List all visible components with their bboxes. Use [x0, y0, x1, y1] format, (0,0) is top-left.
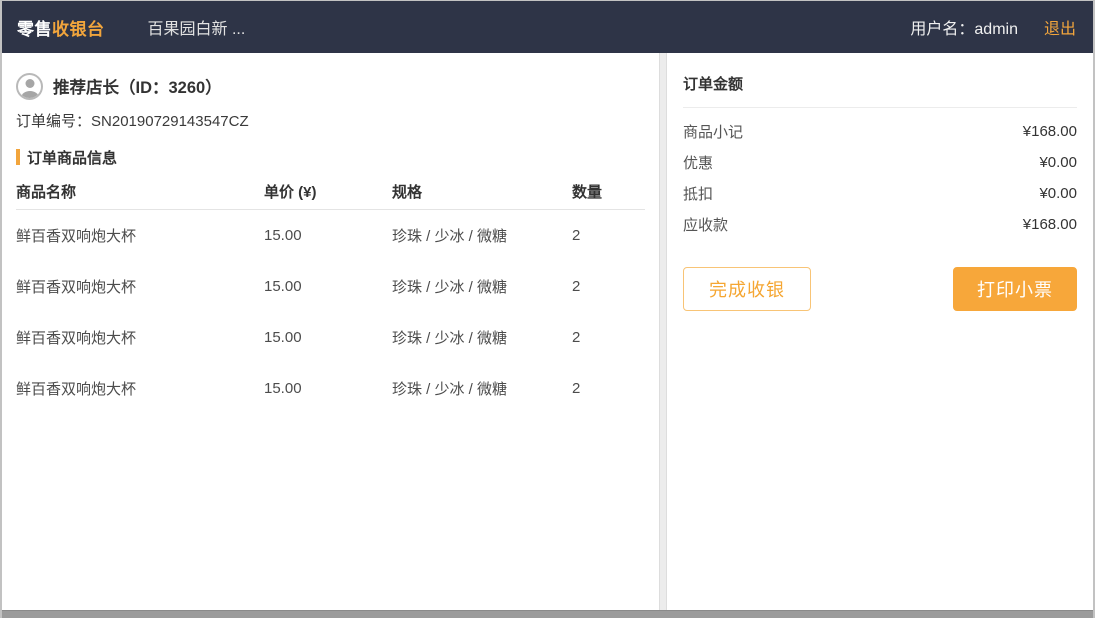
store-tab[interactable]: 百果园白新 ...	[148, 15, 246, 39]
logout-button[interactable]: 退出	[1044, 15, 1076, 39]
pos-window: 零售收银台 百果园白新 ... 用户名：admin 退出 推荐店长（ID：326…	[0, 0, 1095, 618]
complete-checkout-button[interactable]: 完成收银	[683, 267, 811, 311]
table-row: 鲜百香双响炮大杯 15.00 珍珠 / 少冰 / 微糖 2	[16, 312, 645, 363]
cell-spec: 珍珠 / 少冰 / 微糖	[392, 225, 572, 246]
username-label: 用户名：	[910, 21, 974, 38]
column-header-price: 单价 (¥)	[264, 181, 392, 202]
column-header-spec: 规格	[392, 181, 572, 202]
summary-label: 商品小记	[683, 121, 743, 142]
cell-product-name: 鲜百香双响炮大杯	[16, 378, 264, 399]
app-header: 零售收银台 百果园白新 ... 用户名：admin 退出	[2, 1, 1093, 53]
order-detail-panel: 推荐店长（ID：3260） 订单编号：SN20190729143547CZ 订单…	[2, 53, 660, 610]
window-bottom-edge	[2, 610, 1093, 618]
customer-title: 推荐店长（ID：3260）	[53, 74, 222, 98]
cell-quantity: 2	[572, 380, 645, 397]
cell-spec: 珍珠 / 少冰 / 微糖	[392, 276, 572, 297]
cell-product-name: 鲜百香双响炮大杯	[16, 276, 264, 297]
summary-row-deduction: 抵扣 ¥0.00	[683, 178, 1077, 209]
summary-row-subtotal: 商品小记 ¥168.00	[683, 116, 1077, 147]
summary-label: 应收款	[683, 214, 728, 235]
goods-section-title-text: 订单商品信息	[27, 147, 117, 168]
table-row: 鲜百香双响炮大杯 15.00 珍珠 / 少冰 / 微糖 2	[16, 261, 645, 312]
cell-product-name: 鲜百香双响炮大杯	[16, 327, 264, 348]
cell-unit-price: 15.00	[264, 380, 392, 397]
cell-quantity: 2	[572, 227, 645, 244]
app-title: 零售收银台	[17, 15, 105, 40]
goods-table: 商品名称 单价 (¥) 规格 数量 鲜百香双响炮大杯 15.00 珍珠 / 少冰…	[16, 174, 645, 414]
cell-spec: 珍珠 / 少冰 / 微糖	[392, 378, 572, 399]
cell-unit-price: 15.00	[264, 227, 392, 244]
app-title-suffix: 收银台	[52, 20, 105, 39]
order-number: 订单编号：SN20190729143547CZ	[16, 111, 645, 133]
avatar-body-shape	[21, 91, 38, 100]
main-content: 推荐店长（ID：3260） 订单编号：SN20190729143547CZ 订单…	[2, 53, 1093, 610]
order-number-label: 订单编号：	[16, 113, 91, 130]
username-display: 用户名：admin	[910, 15, 1018, 39]
summary-value: ¥168.00	[1023, 216, 1077, 233]
summary-label: 优惠	[683, 152, 713, 173]
user-avatar-icon	[16, 73, 43, 100]
summary-value: ¥0.00	[1039, 154, 1077, 171]
cell-unit-price: 15.00	[264, 278, 392, 295]
summary-value: ¥0.00	[1039, 185, 1077, 202]
summary-rows: 商品小记 ¥168.00 优惠 ¥0.00 抵扣 ¥0.00 应收款 ¥168.…	[683, 116, 1077, 240]
order-summary-panel: 订单金额 商品小记 ¥168.00 优惠 ¥0.00 抵扣 ¥0.00 应收款 …	[666, 53, 1093, 610]
cell-quantity: 2	[572, 278, 645, 295]
summary-title: 订单金额	[683, 73, 1077, 108]
cell-unit-price: 15.00	[264, 329, 392, 346]
summary-label: 抵扣	[683, 183, 713, 204]
order-number-value: SN20190729143547CZ	[91, 113, 249, 130]
username-value: admin	[974, 21, 1018, 38]
summary-row-discount: 优惠 ¥0.00	[683, 147, 1077, 178]
summary-row-amount-due: 应收款 ¥168.00	[683, 209, 1077, 240]
table-row: 鲜百香双响炮大杯 15.00 珍珠 / 少冰 / 微糖 2	[16, 210, 645, 261]
cell-spec: 珍珠 / 少冰 / 微糖	[392, 327, 572, 348]
app-title-prefix: 零售	[17, 20, 52, 39]
table-row: 鲜百香双响炮大杯 15.00 珍珠 / 少冰 / 微糖 2	[16, 363, 645, 414]
goods-table-header: 商品名称 单价 (¥) 规格 数量	[16, 174, 645, 210]
customer-row: 推荐店长（ID：3260）	[16, 72, 645, 100]
goods-section-title: 订单商品信息	[16, 146, 645, 168]
avatar-head-shape	[25, 79, 34, 88]
section-accent-bar	[16, 149, 20, 165]
cell-quantity: 2	[572, 329, 645, 346]
summary-value: ¥168.00	[1023, 123, 1077, 140]
column-header-qty: 数量	[572, 181, 645, 202]
action-buttons: 完成收银 打印小票	[683, 267, 1077, 311]
column-header-name: 商品名称	[16, 181, 264, 202]
cell-product-name: 鲜百香双响炮大杯	[16, 225, 264, 246]
print-receipt-button[interactable]: 打印小票	[953, 267, 1077, 311]
